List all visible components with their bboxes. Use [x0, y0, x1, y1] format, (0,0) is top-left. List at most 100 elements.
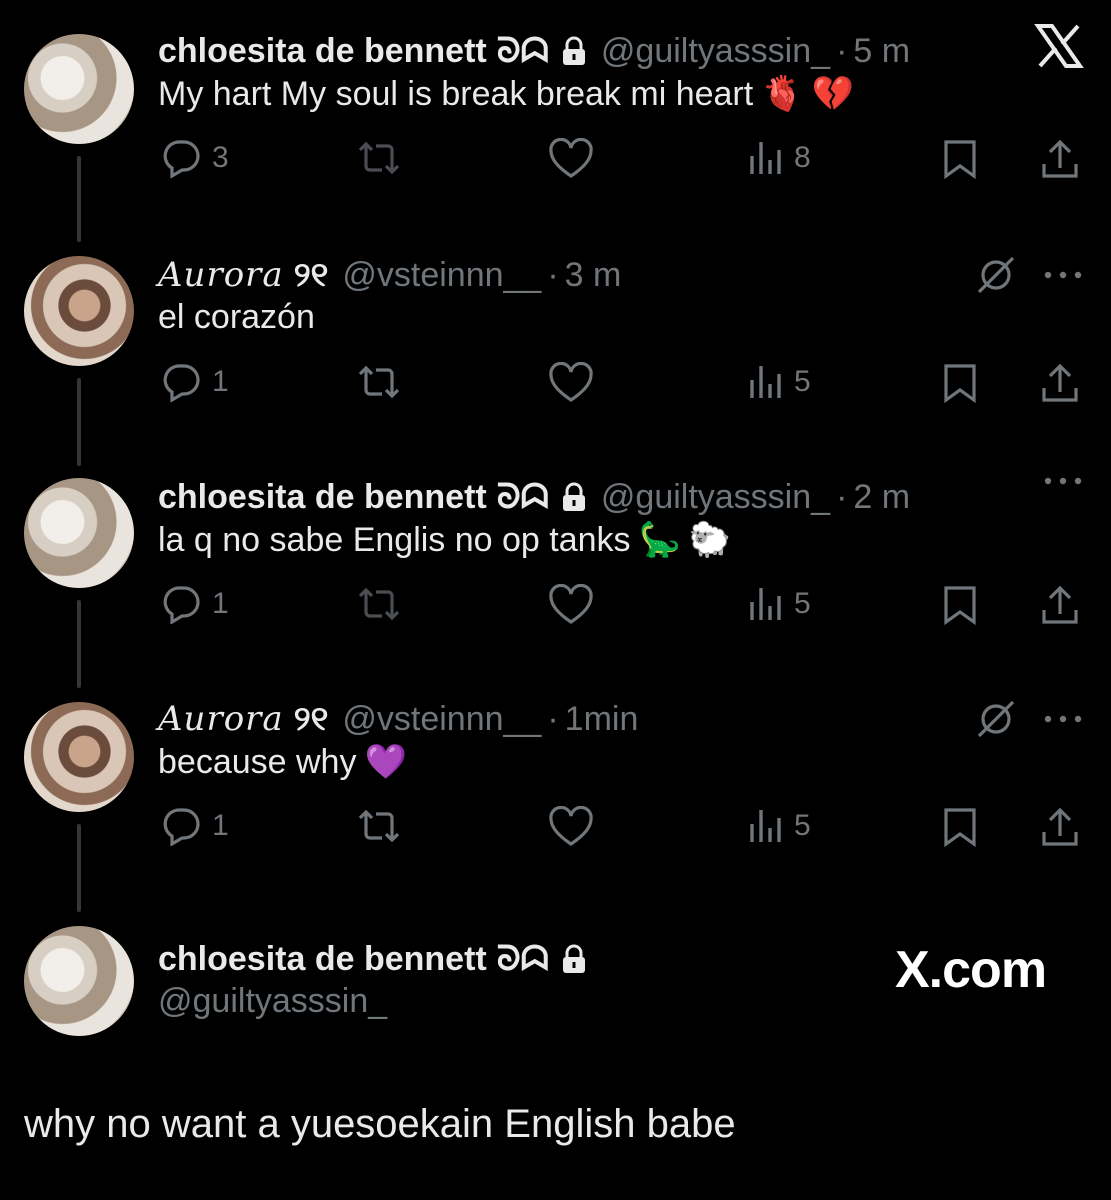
- x-close-icon[interactable]: [1034, 24, 1084, 73]
- reply-icon: [163, 140, 200, 178]
- retweet-button[interactable]: [356, 584, 402, 624]
- reply-button[interactable]: 1: [160, 584, 229, 624]
- reply-count: 1: [212, 587, 229, 620]
- retweet-button[interactable]: [356, 806, 402, 846]
- timestamp[interactable]: 1min: [565, 700, 639, 739]
- grok-icon[interactable]: [975, 698, 1017, 740]
- share-icon: [1042, 139, 1078, 178]
- tweet-top-actions: [975, 254, 1083, 296]
- retweet-icon: [358, 809, 400, 843]
- bookmark-button[interactable]: [942, 584, 978, 626]
- separator-dot: ·: [836, 31, 848, 70]
- reply-count: 1: [212, 809, 229, 842]
- grok-icon[interactable]: [975, 254, 1017, 296]
- tweet-actions: 1 5: [0, 806, 1111, 856]
- more-icon[interactable]: [1043, 270, 1083, 280]
- bookmark-button[interactable]: [942, 362, 978, 404]
- author-name[interactable]: chloesita de bennett: [158, 478, 487, 517]
- avatar[interactable]: [24, 702, 134, 812]
- timestamp[interactable]: 5 m: [853, 32, 910, 71]
- reply-icon: [163, 364, 200, 402]
- share-icon: [1042, 363, 1078, 402]
- tweet-text: la q no sabe Englis no op tanks: [158, 520, 631, 559]
- tweet-body: My hart My soul is break break mi heart …: [158, 74, 854, 114]
- views-icon: [750, 810, 781, 842]
- author-handle[interactable]: @guiltyasssin_: [601, 32, 830, 71]
- share-button[interactable]: [1040, 138, 1080, 180]
- retweet-icon: [358, 587, 400, 621]
- bookmark-button[interactable]: [942, 806, 978, 848]
- reply-button[interactable]: 1: [160, 806, 229, 846]
- author-symbol: ᘐᗣ: [496, 477, 549, 516]
- views-button[interactable]: 8: [748, 138, 811, 178]
- tweet-top-actions: [1043, 476, 1083, 486]
- share-button[interactable]: [1040, 584, 1080, 626]
- avatar[interactable]: [24, 926, 134, 1036]
- author-name[interactable]: chloesita de bennett: [158, 940, 487, 979]
- heart-icon: [549, 138, 593, 178]
- author-name[interactable]: chloesita de bennett: [158, 32, 487, 71]
- author-symbol: ᘐᗣ: [496, 31, 549, 70]
- bookmark-icon: [944, 586, 976, 626]
- tweet-header: chloesita de bennett ᘐᗣ @guiltyasssin_ ·…: [158, 26, 910, 76]
- reply-icon: [163, 586, 200, 624]
- author-name[interactable]: Aurora: [158, 699, 284, 739]
- more-icon[interactable]: [1043, 476, 1083, 486]
- views-count: 5: [794, 587, 811, 620]
- separator-dot: ·: [836, 477, 848, 516]
- avatar[interactable]: [24, 34, 134, 144]
- retweet-icon: [358, 141, 400, 175]
- brand-logo: X.com: [895, 941, 1047, 999]
- like-button[interactable]: [548, 362, 594, 404]
- tweet-header: chloesita de bennett ᘐᗣ: [158, 934, 587, 984]
- tweet-top-actions: [975, 698, 1083, 740]
- retweet-button[interactable]: [356, 138, 402, 178]
- avatar[interactable]: [24, 256, 134, 366]
- author-symbol: ୨୧: [293, 699, 329, 738]
- tweet-text: My hart My soul is break break mi heart: [158, 74, 754, 113]
- more-icon[interactable]: [1043, 714, 1083, 724]
- emoji: 🐑: [688, 521, 732, 559]
- tweet-header: chloesita de bennett ᘐᗣ @guiltyasssin_ ·…: [158, 472, 910, 522]
- main-tweet-text: why no want a yuesoekain English babe: [24, 1102, 736, 1146]
- like-button[interactable]: [548, 806, 594, 848]
- heart-icon: [549, 584, 593, 624]
- reply-button[interactable]: 1: [160, 362, 229, 402]
- author-name[interactable]: Aurora: [158, 255, 284, 295]
- reply-count: 1: [212, 365, 229, 398]
- author-handle[interactable]: @vsteinnn__: [342, 256, 541, 295]
- author-handle[interactable]: @guiltyasssin_: [601, 478, 830, 517]
- reply-count: 3: [212, 141, 229, 174]
- lock-icon: [561, 482, 587, 512]
- separator-dot: ·: [547, 255, 559, 294]
- lock-icon: [561, 36, 587, 66]
- tweet-text: el corazón: [158, 298, 315, 336]
- tweet-body: because why 💜: [158, 742, 407, 782]
- views-button[interactable]: 5: [748, 362, 811, 402]
- like-button[interactable]: [548, 584, 594, 626]
- author-handle[interactable]: @guiltyasssin_: [158, 982, 387, 1021]
- bookmark-button[interactable]: [942, 138, 978, 180]
- author-symbol: ୨୧: [293, 255, 329, 294]
- author-handle[interactable]: @vsteinnn__: [342, 700, 541, 739]
- emoji: 💜: [364, 743, 407, 781]
- tweet-text: because why: [158, 742, 357, 781]
- views-icon: [750, 366, 781, 398]
- tweet-actions: 1 5: [0, 362, 1111, 412]
- heart-icon: [549, 362, 593, 402]
- views-button[interactable]: 5: [748, 806, 811, 846]
- views-icon: [750, 142, 781, 174]
- avatar[interactable]: [24, 478, 134, 588]
- timestamp[interactable]: 3 m: [565, 256, 622, 295]
- share-button[interactable]: [1040, 806, 1080, 848]
- lock-icon: [561, 944, 587, 974]
- like-button[interactable]: [548, 138, 594, 180]
- share-icon: [1042, 585, 1078, 624]
- timestamp[interactable]: 2 m: [853, 478, 910, 517]
- heart-icon: [549, 806, 593, 846]
- share-button[interactable]: [1040, 362, 1080, 404]
- views-button[interactable]: 5: [748, 584, 811, 624]
- tweet-body: el corazón: [158, 298, 315, 337]
- retweet-button[interactable]: [356, 362, 402, 402]
- reply-button[interactable]: 3: [160, 138, 229, 178]
